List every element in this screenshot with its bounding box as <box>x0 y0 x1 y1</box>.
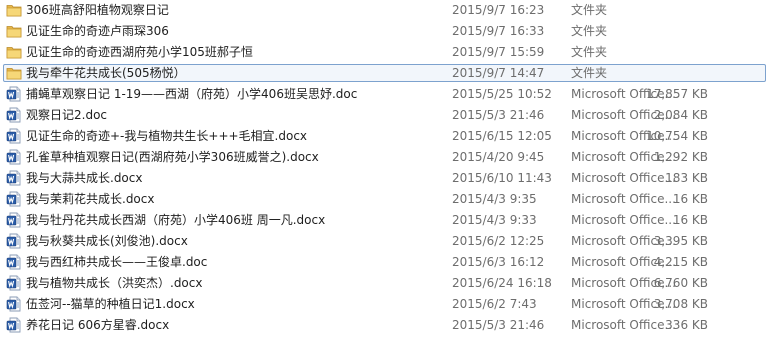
file-date-modified: 2015/6/24 16:18 <box>452 276 552 290</box>
file-date-modified: 2015/9/7 14:47 <box>452 66 545 80</box>
file-row[interactable]: 观察日记2.doc 2015/5/3 21:46 Microsoft Office.… <box>0 105 770 125</box>
file-name: 我与茉莉花共成长.docx <box>26 192 155 206</box>
word-doc-icon <box>6 275 22 291</box>
word-doc-icon <box>6 233 22 249</box>
file-size <box>640 0 708 20</box>
folder-row[interactable]: 306班高舒阳植物观察日记 2015/9/7 16:23 文件夹 <box>0 0 770 20</box>
file-date-modified: 2015/6/2 7:43 <box>452 297 537 311</box>
folder-row[interactable]: 我与牵牛花共成长(505杨悦） 2015/9/7 14:47 文件夹 <box>0 63 770 83</box>
file-size: 3,395 KB <box>653 234 708 248</box>
folder-icon <box>6 23 22 39</box>
file-name: 我与植物共成长（洪奕杰）.docx <box>26 276 203 290</box>
word-doc-icon <box>6 86 22 102</box>
file-size: 16 KB <box>672 192 708 206</box>
word-doc-icon <box>6 317 22 333</box>
folder-icon <box>6 2 22 18</box>
word-doc-icon <box>6 128 22 144</box>
folder-row[interactable]: 见证生命的奇迹卢雨琛306 2015/9/7 16:33 文件夹 <box>0 21 770 41</box>
file-name: 306班高舒阳植物观察日记 <box>26 3 169 17</box>
file-size: 16 KB <box>672 213 708 227</box>
file-name: 见证生命的奇迹+-我与植物共生长+++毛相宜.docx <box>26 129 308 143</box>
word-doc-icon <box>6 212 22 228</box>
file-name: 养花日记 606方星睿.docx <box>26 318 170 332</box>
file-name: 见证生命的奇迹西湖府苑小学105班郝子恒 <box>26 45 253 59</box>
folder-icon <box>6 65 22 81</box>
word-doc-icon <box>6 170 22 186</box>
file-name: 我与西红柿共成长——王俊卓.doc <box>26 255 208 269</box>
file-name: 捕蝇草观察日记 1-19——西湖（府苑）小学406班吴思妤.doc <box>26 87 358 101</box>
file-date-modified: 2015/4/3 9:35 <box>452 192 537 206</box>
file-date-modified: 2015/5/3 21:46 <box>452 318 545 332</box>
word-doc-icon <box>6 107 22 123</box>
file-row[interactable]: 捕蝇草观察日记 1-19——西湖（府苑）小学406班吴思妤.doc 2015/5/… <box>0 84 770 104</box>
file-size <box>640 21 708 41</box>
file-size <box>640 63 708 83</box>
file-size <box>640 42 708 62</box>
file-name: 我与牵牛花共成长(505杨悦） <box>26 66 186 80</box>
file-row[interactable]: 我与大蒜共成长.docx 2015/6/10 11:43 Microsoft Off… <box>0 168 770 188</box>
file-name: 我与秋葵共成长(刘俊池).docx <box>26 234 188 248</box>
file-name: 观察日记2.doc <box>26 108 108 122</box>
file-row[interactable]: 孔雀草种植观察日记(西湖府苑小学306班威誉之).docx 2015/4/20 9… <box>0 147 770 167</box>
word-doc-icon <box>6 254 22 270</box>
file-row[interactable]: 我与西红柿共成长——王俊卓.doc 2015/6/3 16:12 Microsoft… <box>0 252 770 272</box>
file-size: 6,760 KB <box>653 276 708 290</box>
file-name: 我与大蒜共成长.docx <box>26 171 143 185</box>
file-date-modified: 2015/6/2 12:25 <box>452 234 545 248</box>
folder-row[interactable]: 见证生命的奇迹西湖府苑小学105班郝子恒 2015/9/7 15:59 文件夹 <box>0 42 770 62</box>
file-row[interactable]: 我与茉莉花共成长.docx 2015/4/3 9:35 Microsoft Offi… <box>0 189 770 209</box>
file-date-modified: 2015/6/3 16:12 <box>452 255 545 269</box>
file-date-modified: 2015/9/7 16:33 <box>452 24 545 38</box>
file-date-modified: 2015/5/3 21:46 <box>452 108 545 122</box>
file-row[interactable]: 我与秋葵共成长(刘俊池).docx 2015/6/2 12:25 Microsoft… <box>0 231 770 251</box>
file-date-modified: 2015/5/25 10:52 <box>452 87 552 101</box>
file-date-modified: 2015/6/10 11:43 <box>452 171 552 185</box>
file-name: 我与牡丹花共成长西湖（府苑）小学406班 周一凡.docx <box>26 213 326 227</box>
file-date-modified: 2015/9/7 15:59 <box>452 45 545 59</box>
file-size: 4,215 KB <box>653 255 708 269</box>
file-list: 306班高舒阳植物观察日记 2015/9/7 16:23 文件夹 见证生命的奇迹卢雨琛… <box>0 0 770 340</box>
word-doc-icon <box>6 191 22 207</box>
file-size: 17,857 KB <box>646 87 708 101</box>
file-row[interactable]: 见证生命的奇迹+-我与植物共生长+++毛相宜.docx 2015/6/15 12:… <box>0 126 770 146</box>
file-date-modified: 2015/6/15 12:05 <box>452 129 552 143</box>
file-row[interactable]: 伍莶河--猫草的种植日记1.docx 2015/6/2 7:43 Microsoft… <box>0 294 770 314</box>
file-size: 2,084 KB <box>653 108 708 122</box>
word-doc-icon <box>6 296 22 312</box>
file-name: 见证生命的奇迹卢雨琛306 <box>26 24 169 38</box>
file-date-modified: 2015/4/3 9:33 <box>452 213 537 227</box>
folder-icon <box>6 44 22 60</box>
file-size: 3,708 KB <box>653 297 708 311</box>
word-doc-icon <box>6 149 22 165</box>
file-row[interactable]: 我与植物共成长（洪奕杰）.docx 2015/6/24 16:18 Microsof… <box>0 273 770 293</box>
file-name: 孔雀草种植观察日记(西湖府苑小学306班威誉之).docx <box>26 150 319 164</box>
file-name: 伍莶河--猫草的种植日记1.docx <box>26 297 195 311</box>
file-date-modified: 2015/9/7 16:23 <box>452 3 545 17</box>
file-size: 336 KB <box>665 318 708 332</box>
file-row[interactable]: 养花日记 606方星睿.docx 2015/5/3 21:46 Microsoft … <box>0 315 770 335</box>
file-size: 183 KB <box>665 171 708 185</box>
file-size: 10,754 KB <box>646 129 708 143</box>
file-size: 1,292 KB <box>653 150 708 164</box>
file-row[interactable]: 我与牡丹花共成长西湖（府苑）小学406班 周一凡.docx 2015/4/3 9:… <box>0 210 770 230</box>
file-date-modified: 2015/4/20 9:45 <box>452 150 545 164</box>
